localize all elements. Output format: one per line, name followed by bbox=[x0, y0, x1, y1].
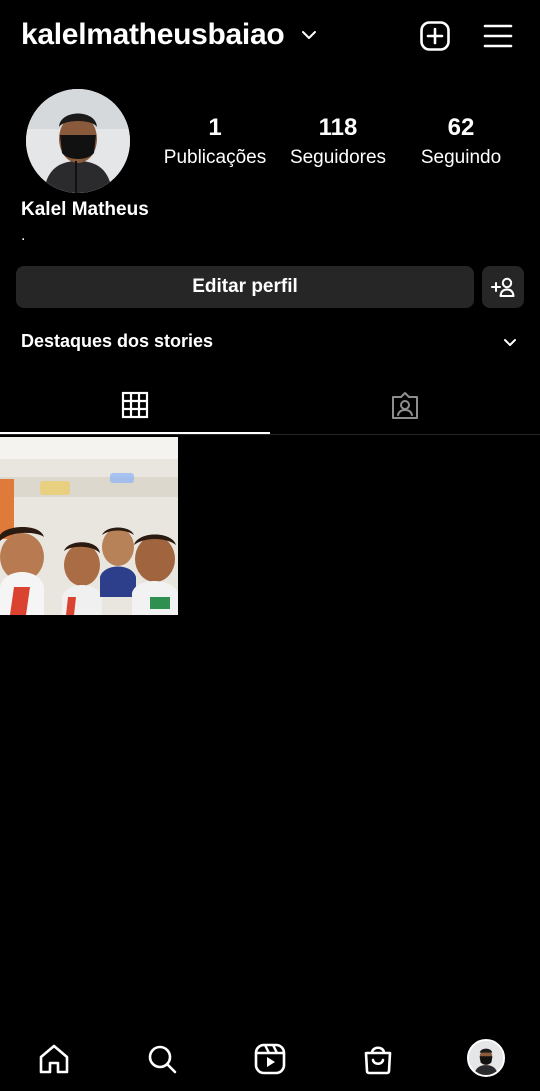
followers-count[interactable]: 118 Seguidores bbox=[280, 113, 396, 173]
grid-icon bbox=[120, 390, 150, 420]
reels-icon[interactable] bbox=[253, 1042, 287, 1076]
add-person-icon bbox=[490, 274, 516, 300]
tab-tagged[interactable] bbox=[270, 378, 540, 434]
tab-grid[interactable] bbox=[0, 378, 270, 434]
chevron-down-icon[interactable] bbox=[502, 336, 518, 348]
username-title[interactable]: kalelmatheusbaiao bbox=[21, 18, 285, 52]
followers-count-value: 118 bbox=[318, 114, 358, 141]
search-icon[interactable] bbox=[145, 1042, 179, 1076]
posts-count-label: Publicações bbox=[163, 147, 267, 168]
bottom-navigation bbox=[0, 1030, 540, 1091]
profile-avatar[interactable] bbox=[26, 89, 130, 193]
bio-text: . bbox=[21, 227, 26, 244]
chevron-down-icon[interactable] bbox=[300, 28, 318, 40]
tab-divider bbox=[0, 434, 540, 435]
posts-count-value: 1 bbox=[208, 114, 222, 141]
post-thumbnail[interactable] bbox=[0, 437, 178, 615]
profile-tab-avatar[interactable] bbox=[467, 1039, 505, 1077]
top-bar: kalelmatheusbaiao bbox=[0, 0, 540, 76]
following-count[interactable]: 62 Seguindo bbox=[410, 113, 512, 173]
following-count-label: Seguindo bbox=[420, 147, 502, 168]
new-post-icon[interactable] bbox=[419, 20, 451, 52]
following-count-value: 62 bbox=[447, 114, 475, 141]
tagged-icon bbox=[390, 391, 420, 421]
shop-icon[interactable] bbox=[361, 1042, 395, 1076]
followers-count-label: Seguidores bbox=[289, 147, 387, 168]
discover-people-button[interactable] bbox=[482, 266, 524, 308]
edit-profile-button[interactable]: Editar perfil bbox=[16, 266, 474, 308]
home-icon[interactable] bbox=[37, 1042, 71, 1076]
menu-icon[interactable] bbox=[482, 20, 514, 52]
full-name: Kalel Matheus bbox=[21, 199, 149, 220]
posts-count[interactable]: 1 Publicações bbox=[155, 113, 275, 173]
story-highlights-title[interactable]: Destaques dos stories bbox=[21, 331, 213, 352]
